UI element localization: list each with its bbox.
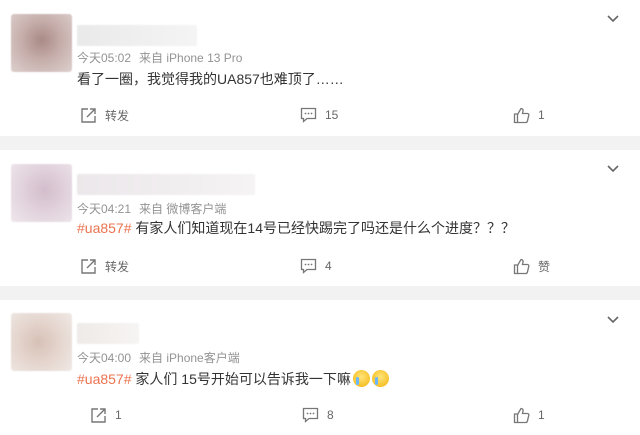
comment-feed: 今天05:02 来自 iPhone 13 Pro 看了一圈，我觉得我的UA857也… xyxy=(0,0,640,435)
forward-button[interactable]: 转发 xyxy=(80,257,129,275)
like-count: 1 xyxy=(538,108,545,122)
timestamp: 今天04:00 xyxy=(77,351,132,365)
comment-icon xyxy=(302,407,319,423)
comment-meta: 今天04:00 来自 iPhone客户端 xyxy=(77,349,240,366)
comment-count: 8 xyxy=(327,408,334,422)
chevron-down-icon[interactable] xyxy=(606,164,620,174)
comment-text: 看了一圈，我觉得我的UA857也难顶了…… xyxy=(77,70,344,88)
hashtag-link[interactable]: #ua857# xyxy=(77,220,132,236)
timestamp: 今天04:21 xyxy=(77,202,132,216)
thumbs-up-icon xyxy=(513,258,530,274)
comment-body: 有家人们知道现在14号已经快踢完了吗还是什么个进度？？？ xyxy=(131,220,515,236)
chevron-down-icon[interactable] xyxy=(606,14,620,24)
timestamp: 今天05:02 xyxy=(77,51,132,65)
like-count: 1 xyxy=(538,408,545,422)
comment-button[interactable]: 4 xyxy=(300,257,332,275)
comment-count: 15 xyxy=(325,108,339,122)
source-label: 来自 iPhone客户端 xyxy=(139,351,240,365)
comment-meta: 今天05:02 来自 iPhone 13 Pro xyxy=(77,49,242,66)
chevron-down-icon[interactable] xyxy=(606,315,620,325)
forward-button[interactable]: 转发 xyxy=(80,106,129,124)
share-icon xyxy=(81,107,96,123)
like-button[interactable]: 1 xyxy=(513,406,545,424)
comment-body: 看了一圈，我觉得我的UA857也难顶了…… xyxy=(77,71,344,87)
comment-body: 家人们 15号开始可以告诉我一下嘛 xyxy=(131,371,351,387)
avatar[interactable] xyxy=(11,164,72,222)
like-label: 赞 xyxy=(538,259,551,274)
username-blurred[interactable] xyxy=(77,323,139,344)
comment-card: 今天04:21 来自 微博客户端 #ua857# 有家人们知道现在14号已经快踢完… xyxy=(0,150,640,286)
crying-face-emoji xyxy=(352,370,370,387)
forward-button[interactable]: 1 xyxy=(90,406,122,424)
like-button[interactable]: 赞 xyxy=(513,257,550,275)
action-bar: 1 8 1 xyxy=(0,406,640,424)
comment-card: 今天04:00 来自 iPhone客户端 #ua857# 家人们 15号开始可以告… xyxy=(0,300,640,435)
crying-face-emoji xyxy=(371,370,389,387)
comment-icon xyxy=(300,107,317,123)
share-icon xyxy=(81,258,96,274)
thumbs-up-icon xyxy=(513,107,530,123)
comment-count: 4 xyxy=(325,259,332,273)
avatar[interactable] xyxy=(11,14,72,72)
comment-button[interactable]: 15 xyxy=(300,106,338,124)
comment-text: #ua857# 家人们 15号开始可以告诉我一下嘛 xyxy=(77,370,389,388)
source-label: 来自 iPhone 13 Pro xyxy=(139,51,243,65)
action-bar: 转发 4 赞 xyxy=(0,257,640,275)
like-button[interactable]: 1 xyxy=(513,106,545,124)
source-label: 来自 微博客户端 xyxy=(139,202,227,216)
thumbs-up-icon xyxy=(513,407,530,423)
username-blurred[interactable] xyxy=(77,25,197,46)
comment-icon xyxy=(300,258,317,274)
hashtag-link[interactable]: #ua857# xyxy=(77,371,132,387)
comment-button[interactable]: 8 xyxy=(302,406,334,424)
avatar[interactable] xyxy=(11,313,72,371)
forward-label: 转发 xyxy=(105,108,130,123)
comment-card: 今天05:02 来自 iPhone 13 Pro 看了一圈，我觉得我的UA857也… xyxy=(0,0,640,136)
forward-count: 1 xyxy=(115,408,122,422)
username-blurred[interactable] xyxy=(77,174,255,195)
action-bar: 转发 15 1 xyxy=(0,106,640,124)
comment-text: #ua857# 有家人们知道现在14号已经快踢完了吗还是什么个进度？？？ xyxy=(77,219,515,237)
forward-label: 转发 xyxy=(105,259,130,274)
share-icon xyxy=(91,407,106,423)
comment-meta: 今天04:21 来自 微博客户端 xyxy=(77,200,226,217)
